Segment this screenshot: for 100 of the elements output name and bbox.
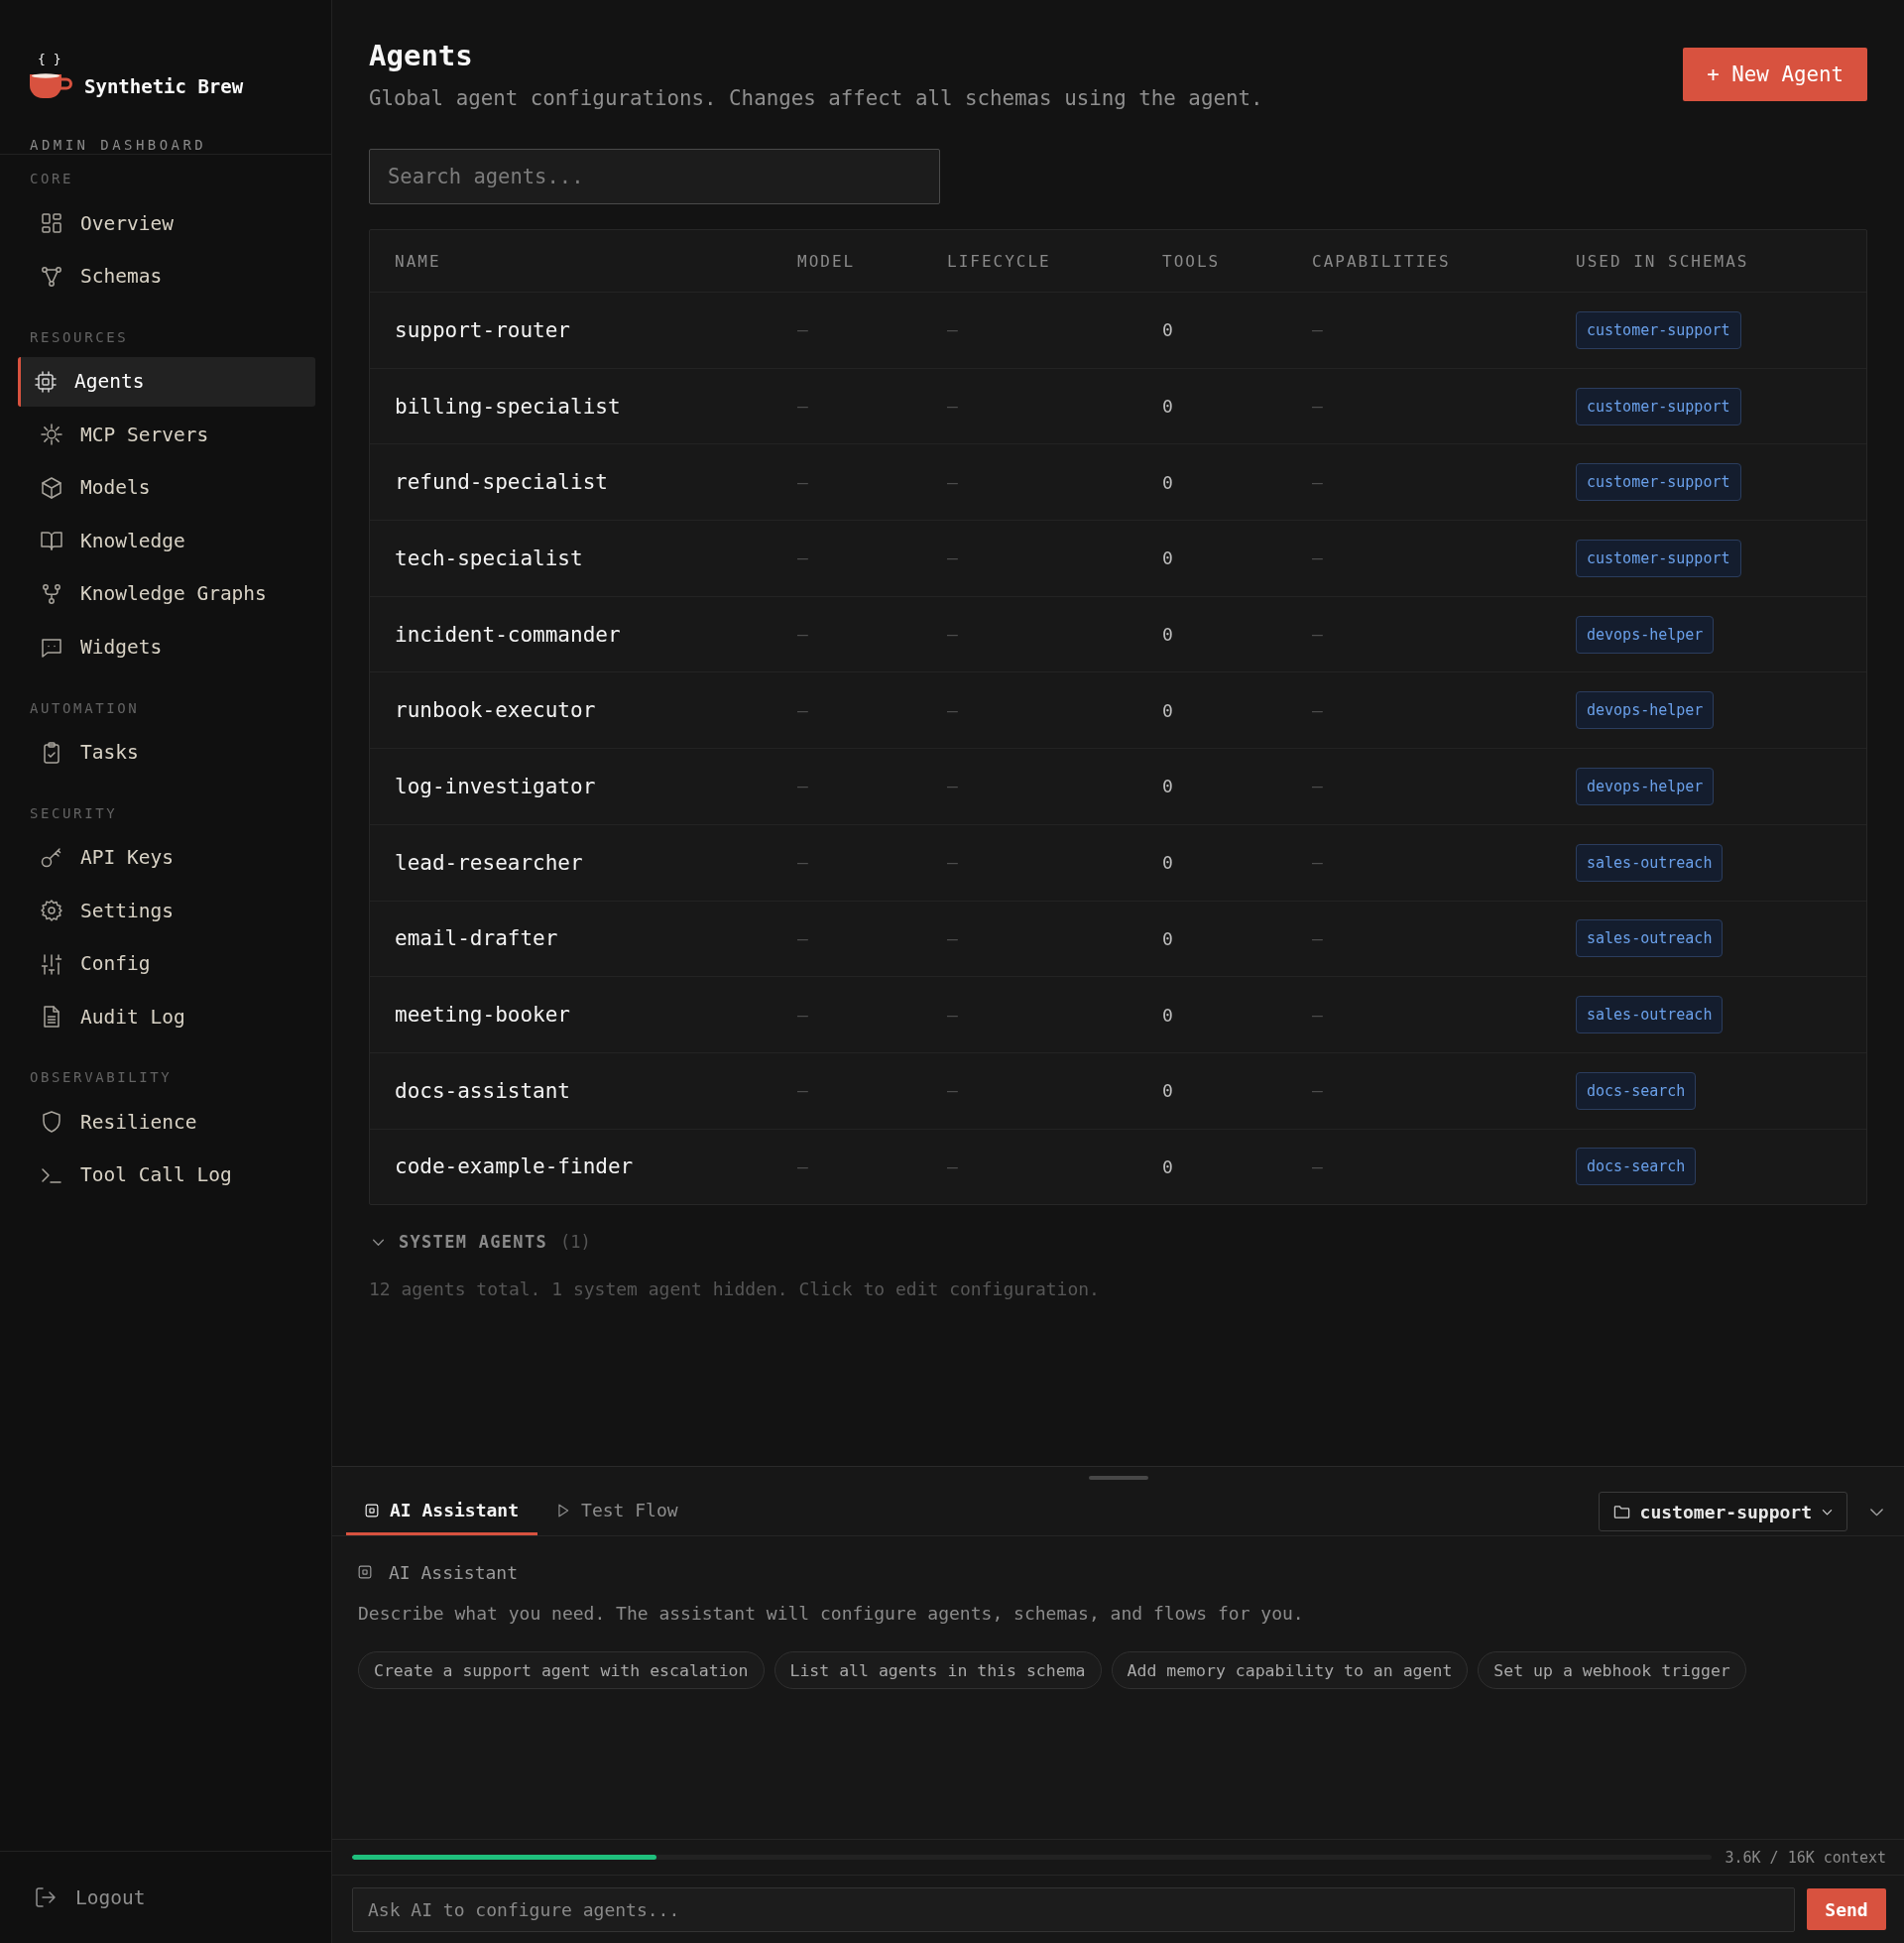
sidebar-item[interactable]: Resilience xyxy=(18,1097,315,1148)
table-cell: — xyxy=(947,547,958,569)
table-cell: — xyxy=(947,624,958,646)
branch-icon xyxy=(40,581,63,606)
sidebar-item[interactable]: Audit Log xyxy=(18,992,315,1042)
sidebar-item[interactable]: API Keys xyxy=(18,832,315,883)
table-cell: — xyxy=(947,396,958,418)
chat-input[interactable]: Ask AI to configure agents... xyxy=(352,1886,1795,1932)
schema-tag: customer-support xyxy=(1576,310,1741,349)
sidebar-item[interactable]: Tasks xyxy=(18,727,315,778)
suggestion-chip[interactable]: Create a support agent with escalation xyxy=(358,1651,765,1689)
schema-tag: sales-outreach xyxy=(1576,996,1724,1034)
table-cell: — xyxy=(797,471,808,493)
grid-icon xyxy=(40,211,63,235)
new-agent-button[interactable]: + New Agent xyxy=(1683,48,1867,101)
schema-tag: customer-support xyxy=(1576,539,1741,577)
table-cell: — xyxy=(947,927,958,949)
agent-name[interactable]: docs-assistant xyxy=(395,1078,570,1103)
brand-title: Synthetic Brew xyxy=(84,74,245,98)
table-cell: — xyxy=(1312,396,1323,418)
suggestion-chip[interactable]: Add memory capability to an agent xyxy=(1111,1651,1469,1689)
agent-name[interactable]: incident-commander xyxy=(395,622,621,647)
table-cell: — xyxy=(1312,319,1323,341)
table-cell: 0 xyxy=(1162,1080,1173,1102)
schema-tag: devops-helper xyxy=(1576,615,1715,654)
sidebar-item[interactable]: Overview xyxy=(18,198,315,248)
agent-name[interactable]: runbook-executor xyxy=(395,698,596,723)
table-cell: 0 xyxy=(1162,776,1173,797)
table-cell: — xyxy=(1312,471,1323,493)
sun-icon xyxy=(40,423,63,447)
table-cell: — xyxy=(947,1155,958,1177)
table-cell: — xyxy=(947,319,958,341)
agent-name[interactable]: billing-specialist xyxy=(395,394,621,419)
table-cell: 0 xyxy=(1162,1155,1173,1177)
logo-braces: { } xyxy=(38,52,61,67)
sidebar-item[interactable]: Schemas xyxy=(18,251,315,302)
table-cell: 0 xyxy=(1162,1004,1173,1026)
table-cell: — xyxy=(1312,852,1323,874)
sidebar-item[interactable]: Tool Call Log xyxy=(18,1150,315,1200)
agent-name[interactable]: meeting-booker xyxy=(395,1003,570,1028)
system-agents-toggle[interactable]: SYSTEM AGENTS (1) xyxy=(369,1230,591,1255)
table-cell: — xyxy=(947,471,958,493)
sidebar-item[interactable]: Widgets xyxy=(18,622,315,672)
search-field[interactable]: Search agents... xyxy=(369,149,940,204)
sidebar-item[interactable]: Models xyxy=(18,462,315,513)
suggestion-chip[interactable]: Set up a webhook trigger xyxy=(1478,1651,1746,1689)
table-cell: 0 xyxy=(1162,624,1173,646)
schema-tag: sales-outreach xyxy=(1576,843,1724,882)
sidebar-item[interactable]: MCP Servers xyxy=(18,410,315,460)
column-header: CAPABILITIES xyxy=(1312,251,1451,271)
schema-tag: docs-search xyxy=(1576,1071,1697,1110)
panel-tab[interactable]: Test Flow xyxy=(537,1488,697,1535)
table-cell: — xyxy=(1312,927,1323,949)
logout-link[interactable]: Logout xyxy=(34,1885,146,1909)
agent-name[interactable]: code-example-finder xyxy=(395,1154,634,1179)
send-button[interactable]: Send xyxy=(1807,1888,1886,1930)
suggestion-chip[interactable]: List all agents in this schema xyxy=(774,1651,1102,1689)
column-header: LIFECYCLE xyxy=(947,251,1051,271)
agent-name[interactable]: log-investigator xyxy=(395,774,596,798)
column-header: MODEL xyxy=(797,251,856,271)
table-cell: — xyxy=(1312,624,1323,646)
section-label: RESOURCES xyxy=(30,327,129,346)
sidebar-item[interactable]: Agents xyxy=(18,356,315,407)
resize-handle[interactable] xyxy=(1088,1475,1148,1480)
brand-subtitle: ADMIN DASHBOARD xyxy=(30,136,207,154)
table-cell: — xyxy=(797,1004,808,1026)
play-icon xyxy=(556,1503,571,1518)
table-cell: — xyxy=(947,1080,958,1102)
chip-icon xyxy=(34,369,58,394)
table-cell: — xyxy=(797,699,808,721)
sidebar-item[interactable]: Settings xyxy=(18,886,315,936)
assistant-description: Describe what you need. The assistant will configure agents, schemas, and flows for you. xyxy=(358,1602,1305,1626)
panel-tab[interactable]: AI Assistant xyxy=(346,1488,538,1535)
assistant-heading: AI Assistant xyxy=(389,1561,519,1583)
table-cell: — xyxy=(797,319,808,341)
table-cell: — xyxy=(947,1004,958,1026)
agent-name[interactable]: email-drafter xyxy=(395,926,558,951)
book-icon xyxy=(40,529,63,553)
agent-name[interactable]: support-router xyxy=(395,317,570,342)
page-subtitle: Global agent configurations. Changes affect all schemas using the agent. xyxy=(369,85,1263,112)
cup-icon xyxy=(30,72,73,100)
sidebar-item[interactable]: Knowledge xyxy=(18,516,315,566)
table-cell: 0 xyxy=(1162,319,1173,341)
folder-icon xyxy=(1612,1503,1630,1520)
agent-name[interactable]: lead-researcher xyxy=(395,850,583,875)
table-cell: — xyxy=(947,699,958,721)
chip-icon xyxy=(358,1565,372,1579)
sidebar-item[interactable]: Knowledge Graphs xyxy=(18,568,315,619)
settings-icon xyxy=(40,899,63,923)
table-cell: — xyxy=(797,927,808,949)
agent-name[interactable]: refund-specialist xyxy=(395,470,608,495)
chip-icon xyxy=(365,1503,379,1518)
sidebar-item[interactable]: Config xyxy=(18,938,315,989)
table-cell: 0 xyxy=(1162,927,1173,949)
table-cell: — xyxy=(1312,547,1323,569)
agent-name[interactable]: tech-specialist xyxy=(395,546,583,570)
schema-tag: devops-helper xyxy=(1576,691,1715,730)
schema-dropdown[interactable]: customer-support xyxy=(1598,1492,1847,1531)
section-label: OBSERVABILITY xyxy=(30,1068,173,1087)
table-cell: — xyxy=(1312,1004,1323,1026)
